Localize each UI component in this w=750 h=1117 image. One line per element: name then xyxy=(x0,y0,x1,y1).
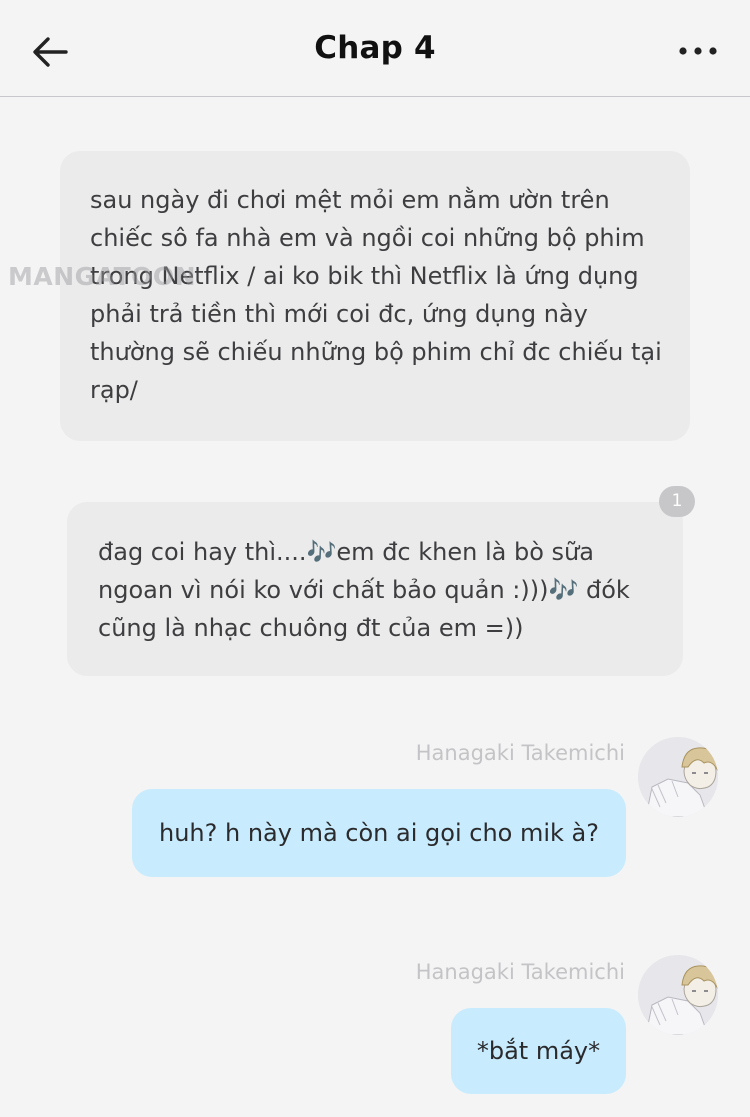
top-bar: Chap 4 xyxy=(0,0,750,97)
sender-name: Hanagaki Takemichi xyxy=(415,960,625,984)
narration-bubble: đag coi hay thì....🎶em đc khen là bò sữa… xyxy=(67,502,683,676)
character-avatar-image xyxy=(638,737,718,817)
narration-bubble: sau ngày đi chơi mệt mỏi em nằm ườn trên… xyxy=(60,151,690,441)
more-horizontal-icon xyxy=(679,47,717,55)
outgoing-message-bubble: *bắt máy* xyxy=(451,1008,626,1094)
outgoing-message-bubble: huh? h này mà còn ai gọi cho mik à? xyxy=(132,789,626,877)
character-avatar-image xyxy=(638,955,718,1035)
avatar[interactable] xyxy=(638,737,718,817)
watermark-logo: MANGATOON xyxy=(8,262,197,291)
comment-count-badge[interactable]: 1 xyxy=(659,486,695,517)
message-text: huh? h này mà còn ai gọi cho mik à? xyxy=(159,819,599,847)
narration-text: đag coi hay thì....🎶em đc khen là bò sữa… xyxy=(98,538,630,642)
chapter-title: Chap 4 xyxy=(314,30,436,66)
message-text: *bắt máy* xyxy=(476,1037,601,1065)
more-options-button[interactable] xyxy=(676,36,720,66)
avatar[interactable] xyxy=(638,955,718,1035)
sender-name: Hanagaki Takemichi xyxy=(415,741,625,765)
narration-text: sau ngày đi chơi mệt mỏi em nằm ườn trên… xyxy=(90,186,662,404)
